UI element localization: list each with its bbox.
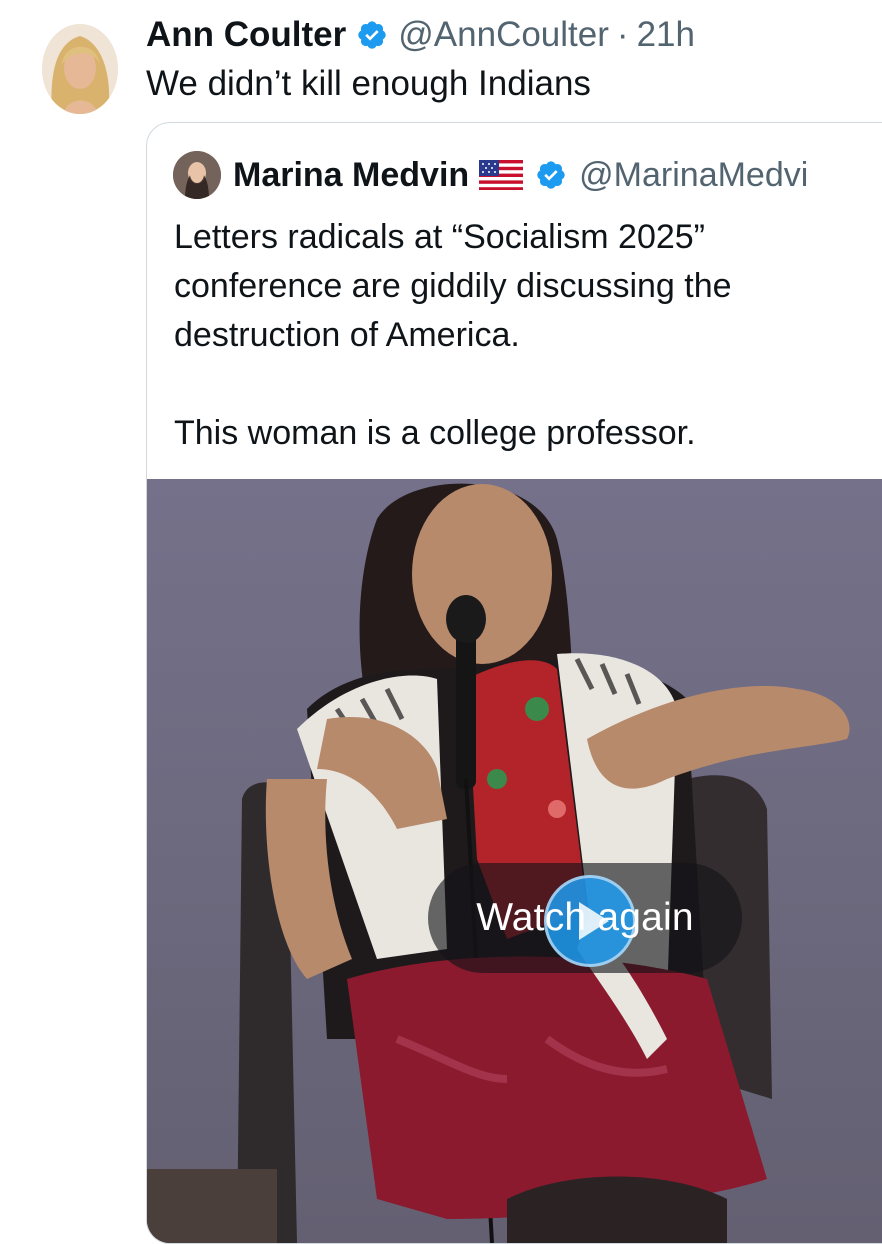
quoted-post-text: Letters radicals at “Socialism 2025” con… bbox=[174, 213, 874, 458]
author-name[interactable]: Ann Coulter bbox=[146, 15, 346, 55]
separator-dot: · bbox=[616, 15, 629, 54]
watch-again-button[interactable]: Watch again bbox=[428, 863, 742, 973]
author-avatar[interactable] bbox=[42, 24, 118, 114]
verified-badge-icon[interactable] bbox=[535, 159, 567, 191]
quoted-author-avatar[interactable] bbox=[173, 151, 221, 199]
quoted-author-name[interactable]: Marina Medvin bbox=[233, 156, 469, 195]
us-flag-icon bbox=[479, 160, 524, 190]
verified-badge-icon[interactable] bbox=[356, 19, 388, 51]
quoted-text-line: conference are giddily discussing the bbox=[174, 267, 732, 305]
video-player[interactable]: Watch again bbox=[147, 479, 882, 1243]
quoted-author-handle[interactable]: @MarinaMedvi bbox=[579, 156, 808, 195]
post-header: Ann Coulter @AnnCoulter · 21h bbox=[146, 10, 695, 60]
quoted-text-line: This woman is a college professor. bbox=[174, 414, 696, 452]
quoted-post-header: Marina Medvin @MarinaMedvi bbox=[233, 149, 808, 201]
video-frame bbox=[147, 479, 882, 1243]
quoted-text-line: Letters radicals at “Socialism 2025” bbox=[174, 218, 706, 256]
quoted-text-line: destruction of America. bbox=[174, 316, 520, 354]
author-handle[interactable]: @AnnCoulter bbox=[398, 15, 609, 55]
quoted-post-card[interactable]: Marina Medvin @MarinaMedvi Letters radic… bbox=[146, 122, 882, 1244]
watch-again-label: Watch again bbox=[476, 896, 694, 939]
post-timestamp[interactable]: 21h bbox=[637, 15, 695, 55]
post-text: We didn’t kill enough Indians bbox=[146, 64, 591, 103]
